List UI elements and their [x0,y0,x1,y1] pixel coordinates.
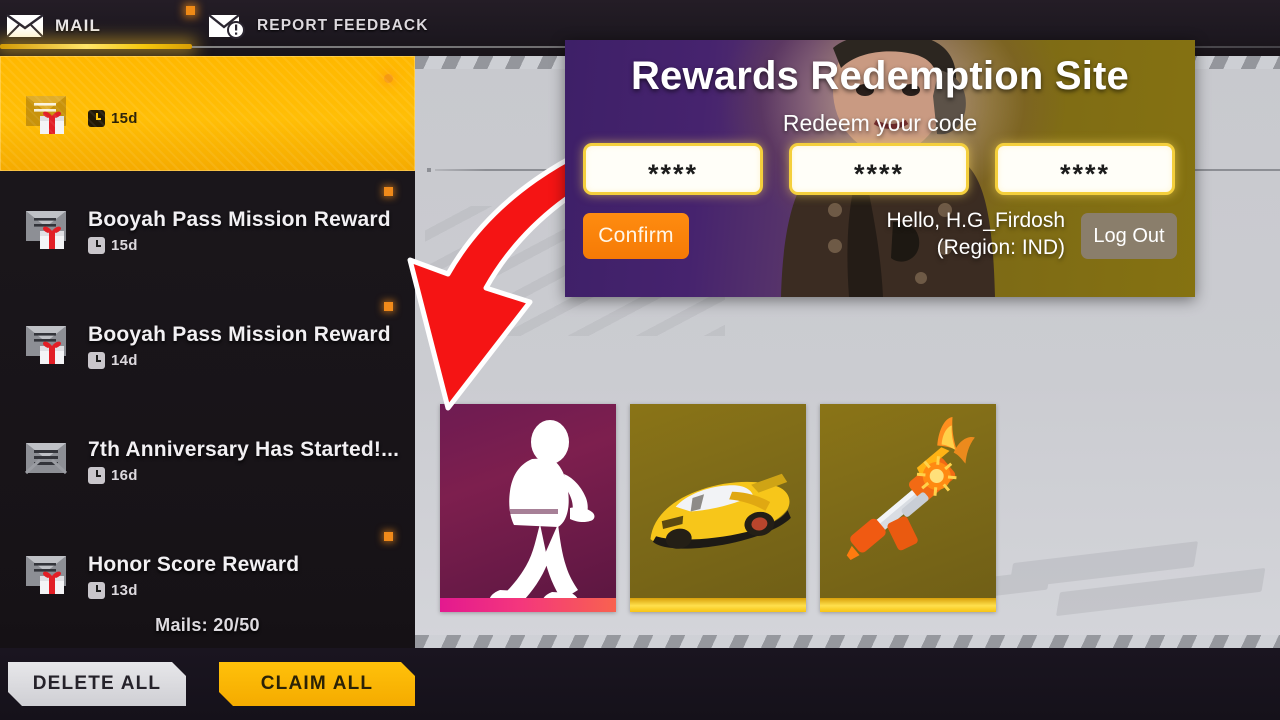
claim-all-label: CLAIM ALL [260,673,374,694]
panel-content: Rewards Redemption Site Redeem your code… [565,40,1195,297]
logout-button[interactable]: Log Out [1081,213,1177,259]
unread-badge [384,74,393,83]
envelope-gift-icon [20,546,82,602]
code-input-3[interactable]: **** [995,143,1175,195]
envelope-gift-icon [20,316,82,372]
mail-item-days: 16d [111,466,138,484]
reward-card-vehicle[interactable] [630,404,806,612]
tab-mail[interactable]: MAIL [6,4,101,48]
mail-item-content: Booyah Pass Mission Reward 14d [88,319,391,369]
clock-icon [88,351,105,369]
mail-list[interactable]: 15d Booyah Pass Mission Reward 15d Booya… [0,56,415,648]
reward-card-accent-strip [820,598,996,612]
mail-item-days: 15d [111,109,138,127]
envelope-icon [6,13,44,39]
unread-badge [384,532,393,541]
envelope-icon [20,431,82,487]
tab-report-feedback-label: REPORT FEEDBACK [257,17,429,34]
rewards-redemption-panel: Rewards Redemption Site Redeem your code… [565,40,1195,297]
mail-list-item[interactable]: Booyah Pass Mission Reward 15d [0,171,415,286]
clock-icon [88,109,105,127]
unread-badge [384,187,393,196]
hazard-stripe-bottom [415,635,1280,648]
game-mail-screen: MAIL REPORT FEEDBACK 15d Booyah Pass Mis… [0,0,1280,720]
code-input-2-value: **** [853,158,905,189]
mail-item-expiry: 15d [88,109,138,127]
mail-item-expiry: 14d [88,351,391,369]
code-input-2[interactable]: **** [789,143,969,195]
panel-subtitle: Redeem your code [782,110,978,136]
mail-item-title: Honor Score Reward [88,552,300,576]
reward-card-emote[interactable] [440,404,616,612]
mail-item-title: Booyah Pass Mission Reward [88,207,391,231]
tab-report-feedback[interactable]: REPORT FEEDBACK [208,4,429,48]
code-input-group: **** **** **** [583,143,1177,195]
mail-item-expiry: 15d [88,236,391,254]
code-input-1-value: **** [647,158,699,189]
mail-item-expiry: 13d [88,581,299,599]
mail-item-days: 13d [111,581,138,599]
unread-badge [384,302,393,311]
delete-all-button[interactable]: DELETE ALL [8,662,186,706]
mail-list-item[interactable]: 15d [0,56,415,171]
code-input-3-value: **** [1059,158,1111,189]
logout-button-label: Log Out [1093,224,1165,247]
bottom-action-bar: DELETE ALL CLAIM ALL [0,648,1280,720]
mail-item-days: 14d [111,351,138,369]
code-input-1[interactable]: **** [583,143,763,195]
reward-card-weapon[interactable] [820,404,996,612]
tab-mail-label: MAIL [55,16,101,35]
envelope-gift-icon [20,201,82,257]
mail-count-label: Mails: 20/50 [155,615,260,635]
claim-all-button[interactable]: CLAIM ALL [219,662,415,706]
panel-title: Rewards Redemption Site [630,54,1130,98]
mail-item-content: 7th Anniversary Has Started!... 16d [88,434,399,484]
greeting-username: Hello, H.G_Firdosh [886,209,1065,232]
clock-icon [88,581,105,599]
envelope-gift-icon [20,86,82,142]
delete-all-label: DELETE ALL [32,673,162,694]
account-greeting: Hello, H.G_Firdosh (Region: IND) [775,208,1065,262]
mail-item-content: 15d [88,101,138,127]
mail-list-item[interactable]: Booyah Pass Mission Reward 14d [0,286,415,401]
mail-item-title: Booyah Pass Mission Reward [88,322,391,346]
confirm-button[interactable]: Confirm [583,213,689,259]
reward-card-accent-strip [440,598,616,612]
background-watermark [954,522,1280,632]
reward-card-accent-strip [630,598,806,612]
mail-item-content: Booyah Pass Mission Reward 15d [88,204,391,254]
greeting-region: (Region: IND) [936,235,1065,259]
mail-item-title: 7th Anniversary Has Started!... [88,437,400,461]
mail-item-days: 15d [111,236,138,254]
active-tab-underline [0,44,1280,49]
confirm-button-label: Confirm [598,224,674,247]
clock-icon [88,466,105,484]
mail-list-item[interactable]: 7th Anniversary Has Started!... 16d [0,401,415,516]
envelope-alert-icon [208,13,246,39]
mail-item-expiry: 16d [88,466,399,484]
mail-item-content: Honor Score Reward 13d [88,549,299,599]
tab-notification-dot [186,6,195,15]
reward-card-list [440,404,996,612]
clock-icon [88,236,105,254]
